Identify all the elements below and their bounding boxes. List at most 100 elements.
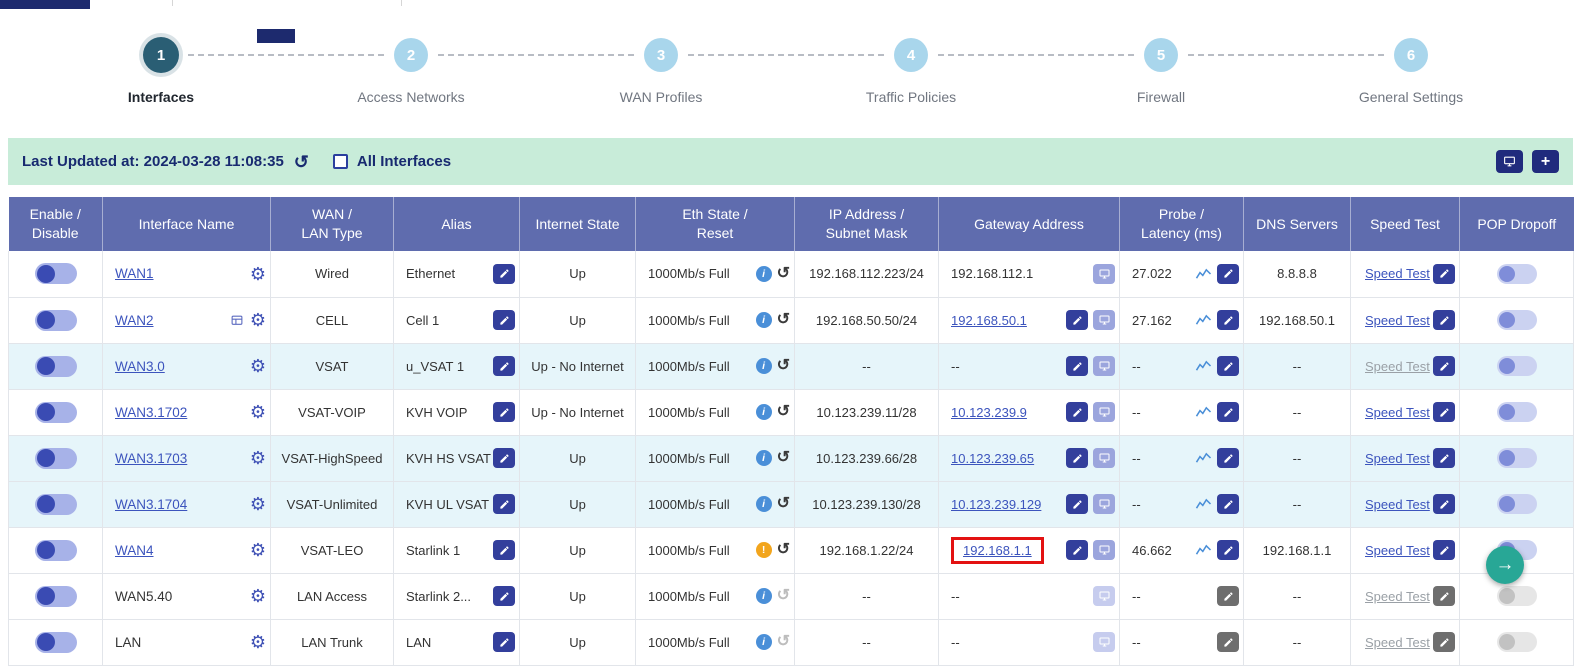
- info-icon[interactable]: i: [756, 588, 772, 604]
- interface-name-link[interactable]: WAN3.1703: [115, 451, 187, 466]
- ping-monitor-icon[interactable]: [1093, 310, 1115, 330]
- edit-icon[interactable]: [1217, 448, 1239, 468]
- edit-icon[interactable]: [1433, 632, 1455, 652]
- gear-icon[interactable]: ⚙: [250, 311, 266, 329]
- ping-monitor-icon[interactable]: [1093, 448, 1115, 468]
- ping-monitor-icon[interactable]: [1093, 402, 1115, 422]
- edit-icon[interactable]: [493, 310, 515, 330]
- edit-icon[interactable]: [1066, 540, 1088, 560]
- edit-icon[interactable]: [1217, 586, 1239, 606]
- info-icon[interactable]: i: [756, 496, 772, 512]
- sim-lock-icon[interactable]: [230, 314, 244, 327]
- gateway-link[interactable]: 10.123.239.129: [951, 497, 1041, 512]
- info-icon[interactable]: i: [756, 634, 772, 650]
- ping-monitor-icon[interactable]: [1093, 586, 1115, 606]
- pop-dropoff-toggle[interactable]: [1497, 402, 1537, 422]
- edit-icon[interactable]: [1217, 310, 1239, 330]
- edit-icon[interactable]: [493, 632, 515, 652]
- edit-icon[interactable]: [1433, 264, 1455, 284]
- ping-monitor-icon[interactable]: [1093, 632, 1115, 652]
- edit-icon[interactable]: [1217, 494, 1239, 514]
- stepper-step-access-networks[interactable]: 2: [394, 38, 428, 72]
- refresh-icon[interactable]: ↺: [294, 153, 309, 171]
- add-interface-button[interactable]: +: [1532, 150, 1559, 173]
- all-interfaces-checkbox[interactable]: [333, 154, 348, 169]
- enable-toggle[interactable]: [35, 402, 77, 423]
- warning-icon[interactable]: !: [756, 542, 772, 558]
- speed-test-link[interactable]: Speed Test: [1365, 635, 1430, 650]
- next-arrow-fab[interactable]: →: [1486, 546, 1524, 584]
- ping-monitor-icon[interactable]: [1093, 494, 1115, 514]
- edit-icon[interactable]: [1066, 356, 1088, 376]
- gear-icon[interactable]: ⚙: [250, 449, 266, 467]
- gateway-link[interactable]: 192.168.1.1: [963, 543, 1032, 558]
- interface-name-link[interactable]: WAN3.1702: [115, 405, 187, 420]
- latency-chart-icon[interactable]: [1195, 359, 1212, 373]
- edit-icon[interactable]: [1433, 586, 1455, 606]
- latency-chart-icon[interactable]: [1195, 313, 1212, 327]
- edit-icon[interactable]: [493, 494, 515, 514]
- display-view-button[interactable]: [1496, 150, 1523, 173]
- latency-chart-icon[interactable]: [1195, 267, 1212, 281]
- gear-icon[interactable]: ⚙: [250, 587, 266, 605]
- edit-icon[interactable]: [1066, 402, 1088, 422]
- edit-icon[interactable]: [1066, 448, 1088, 468]
- info-icon[interactable]: i: [756, 266, 772, 282]
- edit-icon[interactable]: [493, 540, 515, 560]
- pop-dropoff-toggle[interactable]: [1497, 632, 1537, 652]
- interface-name-link[interactable]: WAN3.0: [115, 359, 165, 374]
- enable-toggle[interactable]: [35, 540, 77, 561]
- gear-icon[interactable]: ⚙: [250, 495, 266, 513]
- edit-icon[interactable]: [493, 448, 515, 468]
- edit-icon[interactable]: [1217, 356, 1239, 376]
- info-icon[interactable]: i: [756, 404, 772, 420]
- stepper-step-wan-profiles[interactable]: 3: [644, 38, 678, 72]
- stepper-step-interfaces[interactable]: 1: [143, 37, 179, 73]
- speed-test-link[interactable]: Speed Test: [1365, 313, 1430, 328]
- speed-test-link[interactable]: Speed Test: [1365, 497, 1430, 512]
- gateway-link[interactable]: 10.123.239.65: [951, 451, 1034, 466]
- stepper-step-firewall[interactable]: 5: [1144, 38, 1178, 72]
- pop-dropoff-toggle[interactable]: [1497, 310, 1537, 330]
- edit-icon[interactable]: [1217, 264, 1239, 284]
- enable-toggle[interactable]: [35, 310, 77, 331]
- edit-icon[interactable]: [1217, 540, 1239, 560]
- speed-test-link[interactable]: Speed Test: [1365, 589, 1430, 604]
- gear-icon[interactable]: ⚙: [250, 633, 266, 651]
- pop-dropoff-toggle[interactable]: [1497, 586, 1537, 606]
- speed-test-link[interactable]: Speed Test: [1365, 543, 1430, 558]
- gear-icon[interactable]: ⚙: [250, 357, 266, 375]
- latency-chart-icon[interactable]: [1195, 497, 1212, 511]
- info-icon[interactable]: i: [756, 312, 772, 328]
- reset-icon[interactable]: ↺: [777, 496, 790, 512]
- edit-icon[interactable]: [1433, 494, 1455, 514]
- enable-toggle[interactable]: [35, 494, 77, 515]
- enable-toggle[interactable]: [35, 586, 77, 607]
- ping-monitor-icon[interactable]: [1093, 264, 1115, 284]
- edit-icon[interactable]: [493, 586, 515, 606]
- speed-test-link[interactable]: Speed Test: [1365, 359, 1430, 374]
- edit-icon[interactable]: [1217, 632, 1239, 652]
- edit-icon[interactable]: [1433, 402, 1455, 422]
- edit-icon[interactable]: [493, 356, 515, 376]
- reset-icon[interactable]: ↺: [777, 404, 790, 420]
- speed-test-link[interactable]: Speed Test: [1365, 451, 1430, 466]
- interface-name-link[interactable]: WAN4: [115, 543, 154, 558]
- edit-icon[interactable]: [1433, 356, 1455, 376]
- enable-toggle[interactable]: [35, 356, 77, 377]
- stepper-step-general-settings[interactable]: 6: [1394, 38, 1428, 72]
- pop-dropoff-toggle[interactable]: [1497, 494, 1537, 514]
- enable-toggle[interactable]: [35, 448, 77, 469]
- speed-test-link[interactable]: Speed Test: [1365, 266, 1430, 281]
- enable-toggle[interactable]: [35, 263, 77, 284]
- gear-icon[interactable]: ⚙: [250, 403, 266, 421]
- speed-test-link[interactable]: Speed Test: [1365, 405, 1430, 420]
- edit-icon[interactable]: [493, 264, 515, 284]
- reset-icon[interactable]: ↺: [777, 542, 790, 558]
- latency-chart-icon[interactable]: [1195, 543, 1212, 557]
- interface-name-link[interactable]: WAN2: [115, 313, 154, 328]
- reset-icon[interactable]: ↺: [777, 450, 790, 466]
- gateway-link[interactable]: 10.123.239.9: [951, 405, 1027, 420]
- gateway-link[interactable]: 192.168.50.1: [951, 313, 1027, 328]
- latency-chart-icon[interactable]: [1195, 405, 1212, 419]
